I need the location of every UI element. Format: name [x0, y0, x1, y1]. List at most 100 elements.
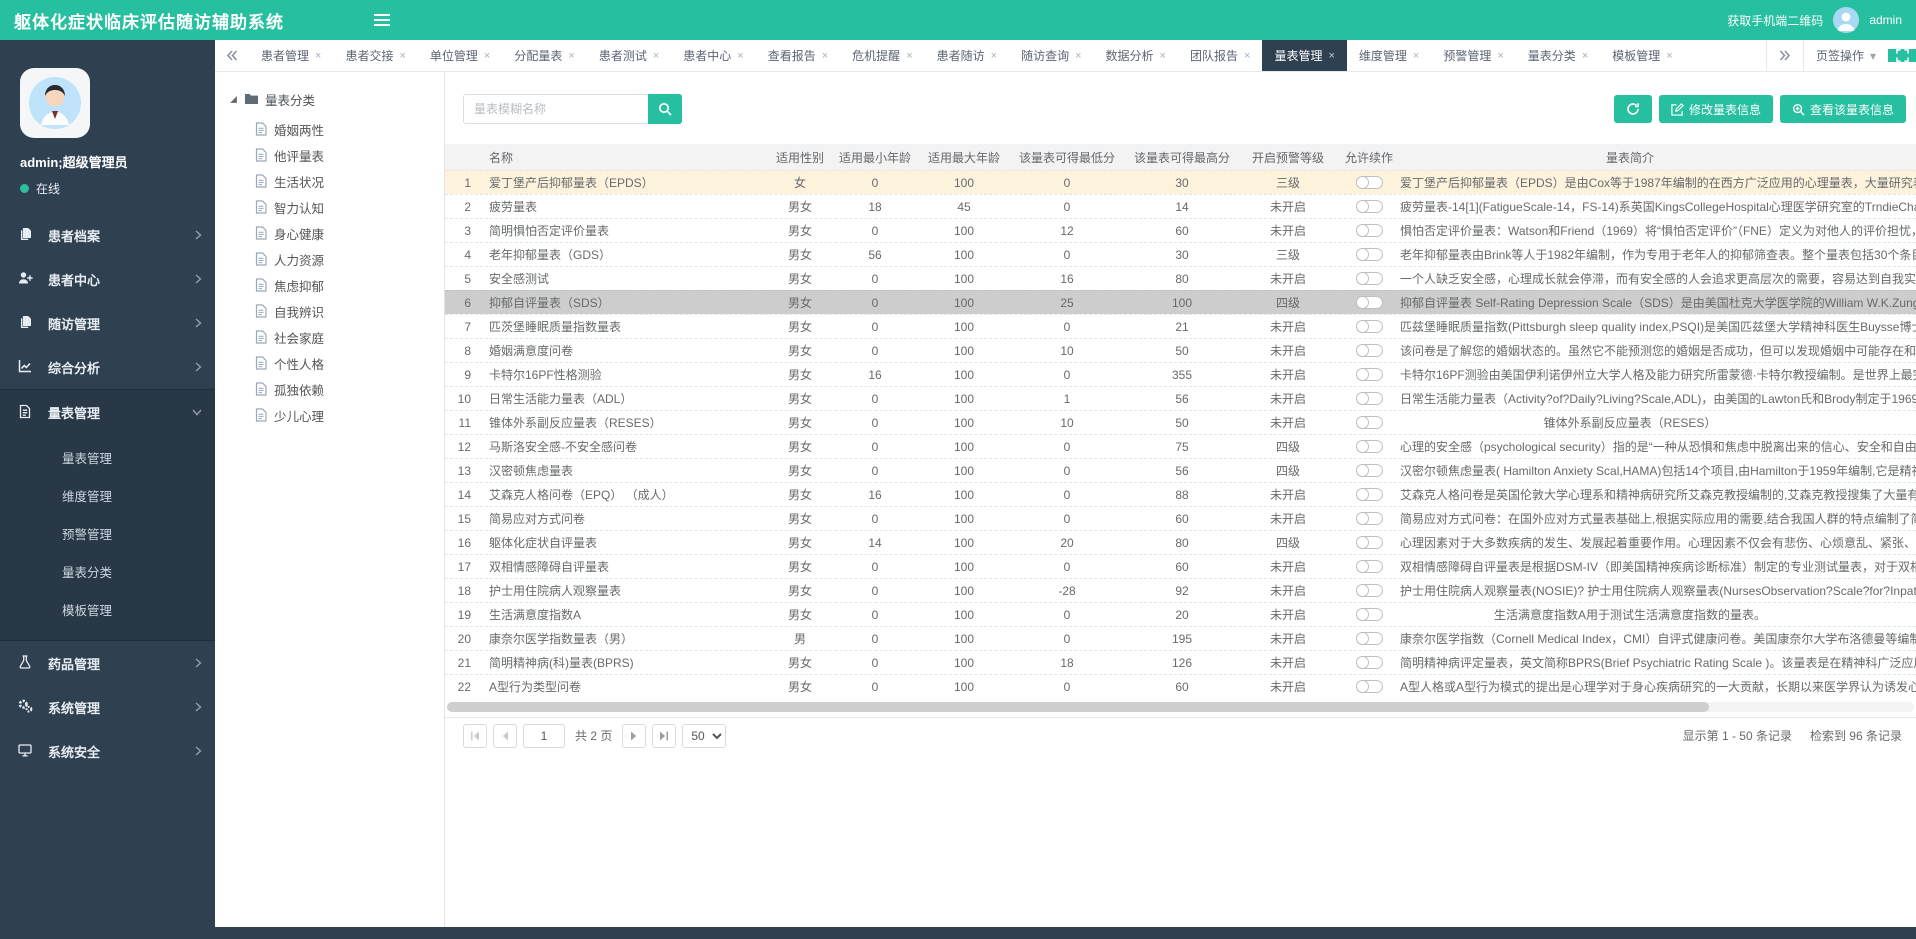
table-row[interactable]: 12 马斯洛安全感-不安全感问卷 男女 0 100 0 75 四级: [445, 434, 1916, 458]
resume-toggle[interactable]: [1356, 416, 1383, 429]
tab-operations-dropdown[interactable]: 页签操作▾: [1803, 40, 1888, 71]
table-column-header[interactable]: 适用最大年龄: [920, 149, 1008, 166]
resume-toggle[interactable]: [1356, 512, 1383, 525]
search-button[interactable]: [648, 94, 682, 124]
resume-toggle[interactable]: [1356, 320, 1383, 333]
username-label[interactable]: admin: [1869, 13, 1902, 27]
tab[interactable]: 查看报告 ×: [756, 40, 840, 71]
table-row[interactable]: 8 婚姻满意度问卷 男女 0 100 10 50 未开启: [445, 338, 1916, 362]
table-column-header[interactable]: 量表简介: [1400, 149, 1860, 166]
tree-item[interactable]: 社会家庭: [229, 324, 444, 350]
table-row[interactable]: 9 卡特尔16PF性格测验 男女 16 100 0 355 未开启: [445, 362, 1916, 386]
table-row[interactable]: 4 老年抑郁量表（GDS） 男女 56 100 0 30 三级: [445, 242, 1916, 266]
tab-close-icon[interactable]: ×: [1244, 50, 1250, 62]
user-avatar[interactable]: [1833, 7, 1859, 33]
resume-toggle[interactable]: [1356, 344, 1383, 357]
sidebar-menu-item[interactable]: 药品管理: [0, 641, 215, 685]
tab[interactable]: 维度管理 ×: [1347, 40, 1431, 71]
table-row[interactable]: 17 双相情感障碍自评量表 男女 0 100 0 60 未开启: [445, 554, 1916, 578]
table-row[interactable]: 14 艾森克人格问卷（EPQ） （成人） 男女 16 100 0 88 未开启: [445, 482, 1916, 506]
table-column-header[interactable]: 开启预警等级: [1238, 149, 1338, 166]
tabs-scroll-right-icon[interactable]: [1766, 40, 1803, 71]
tab-close-icon[interactable]: ×: [737, 50, 743, 62]
tab[interactable]: 患者随访 ×: [925, 40, 1009, 71]
sidebar-menu-item[interactable]: 系统管理: [0, 685, 215, 729]
tab[interactable]: 患者交接 ×: [333, 40, 417, 71]
fullscreen-icon[interactable]: [1888, 49, 1916, 62]
tree-item[interactable]: 自我辨识: [229, 298, 444, 324]
tree-item[interactable]: 少儿心理: [229, 402, 444, 428]
resume-toggle[interactable]: [1356, 536, 1383, 549]
table-row[interactable]: 22 A型行为类型问卷 男女 0 100 0 60 未开启: [445, 674, 1916, 698]
sidebar-submenu-item[interactable]: 模板管理: [0, 592, 215, 630]
table-row[interactable]: 20 康奈尔医学指数量表（男） 男 0 100 0 195 未开启: [445, 626, 1916, 650]
resume-toggle[interactable]: [1356, 392, 1383, 405]
resume-toggle[interactable]: [1356, 584, 1383, 597]
last-page-button[interactable]: [652, 724, 676, 748]
tab[interactable]: 数据分析 ×: [1094, 40, 1178, 71]
resume-toggle[interactable]: [1356, 680, 1383, 693]
table-row[interactable]: 13 汉密顿焦虑量表 男女 0 100 0 56 四级: [445, 458, 1916, 482]
resume-toggle[interactable]: [1356, 440, 1383, 453]
table-column-header[interactable]: 允许续作: [1338, 149, 1400, 166]
next-page-button[interactable]: [622, 724, 646, 748]
tab[interactable]: 单位管理 ×: [418, 40, 502, 71]
page-size-select[interactable]: 50: [682, 724, 726, 748]
tab-close-icon[interactable]: ×: [1582, 50, 1588, 62]
tree-item[interactable]: 身心健康: [229, 220, 444, 246]
page-number-input[interactable]: [523, 724, 565, 748]
tab-close-icon[interactable]: ×: [315, 50, 321, 62]
qr-code-link[interactable]: 获取手机端二维码: [1727, 12, 1823, 29]
tab[interactable]: 团队报告 ×: [1178, 40, 1262, 71]
sidebar-menu-item[interactable]: 患者中心: [0, 257, 215, 301]
tab-close-icon[interactable]: ×: [568, 50, 574, 62]
sidebar-menu-item[interactable]: 综合分析: [0, 345, 215, 389]
table-row[interactable]: 3 简明惧怕否定评价量表 男女 0 100 12 60 未开启: [445, 218, 1916, 242]
tab[interactable]: 量表分类 ×: [1516, 40, 1600, 71]
table-row[interactable]: 7 匹茨堡睡眠质量指数量表 男女 0 100 0 21 未开启: [445, 314, 1916, 338]
sidebar-submenu-item[interactable]: 量表分类: [0, 554, 215, 592]
tab[interactable]: 分配量表 ×: [502, 40, 586, 71]
tree-item[interactable]: 他评量表: [229, 142, 444, 168]
table-column-header[interactable]: 该量表可得最高分: [1126, 149, 1238, 166]
tab-close-icon[interactable]: ×: [399, 50, 405, 62]
refresh-button[interactable]: [1614, 95, 1652, 123]
tree-item[interactable]: 人力资源: [229, 246, 444, 272]
table-row[interactable]: 21 简明精神病(科)量表(BPRS) 男女 0 100 18 126 未开启: [445, 650, 1916, 674]
tab[interactable]: 患者测试 ×: [587, 40, 671, 71]
tab-close-icon[interactable]: ×: [1497, 50, 1503, 62]
first-page-button[interactable]: [463, 724, 487, 748]
resume-toggle[interactable]: [1356, 200, 1383, 213]
table-column-header[interactable]: 适用最小年龄: [830, 149, 920, 166]
edit-scale-button[interactable]: 修改量表信息: [1659, 95, 1773, 123]
sidebar-menu-item-scales[interactable]: 量表管理: [0, 390, 215, 434]
tree-expander-icon[interactable]: [229, 95, 238, 104]
tab-close-icon[interactable]: ×: [1666, 50, 1672, 62]
tab[interactable]: 随访查询 ×: [1009, 40, 1093, 71]
table-row[interactable]: 5 安全感测试 男女 0 100 16 80 未开启: [445, 266, 1916, 290]
resume-toggle[interactable]: [1356, 608, 1383, 621]
sidebar-menu-item[interactable]: 患者档案: [0, 213, 215, 257]
resume-toggle[interactable]: [1356, 176, 1383, 189]
tree-item[interactable]: 孤独依赖: [229, 376, 444, 402]
tab[interactable]: 预警管理 ×: [1431, 40, 1515, 71]
sidebar-submenu-item[interactable]: 维度管理: [0, 478, 215, 516]
tab-close-icon[interactable]: ×: [1075, 50, 1081, 62]
resume-toggle[interactable]: [1356, 272, 1383, 285]
menu-toggle-icon[interactable]: [374, 14, 390, 26]
resume-toggle[interactable]: [1356, 368, 1383, 381]
horizontal-scrollbar[interactable]: [447, 702, 1914, 712]
tab-close-icon[interactable]: ×: [1328, 50, 1334, 62]
tree-item[interactable]: 个性人格: [229, 350, 444, 376]
sidebar-submenu-item[interactable]: 量表管理: [0, 440, 215, 478]
tab[interactable]: 患者中心 ×: [671, 40, 755, 71]
tab-close-icon[interactable]: ×: [1160, 50, 1166, 62]
tree-root-node[interactable]: 量表分类: [229, 88, 444, 110]
table-row[interactable]: 6 抑郁自评量表（SDS） 男女 0 100 25 100 四级: [445, 290, 1916, 314]
resume-toggle[interactable]: [1356, 560, 1383, 573]
tab-close-icon[interactable]: ×: [484, 50, 490, 62]
sidebar-menu-item[interactable]: 随访管理: [0, 301, 215, 345]
table-column-header[interactable]: 该量表可得最低分: [1008, 149, 1126, 166]
resume-toggle[interactable]: [1356, 632, 1383, 645]
tab[interactable]: 危机提醒 ×: [840, 40, 924, 71]
